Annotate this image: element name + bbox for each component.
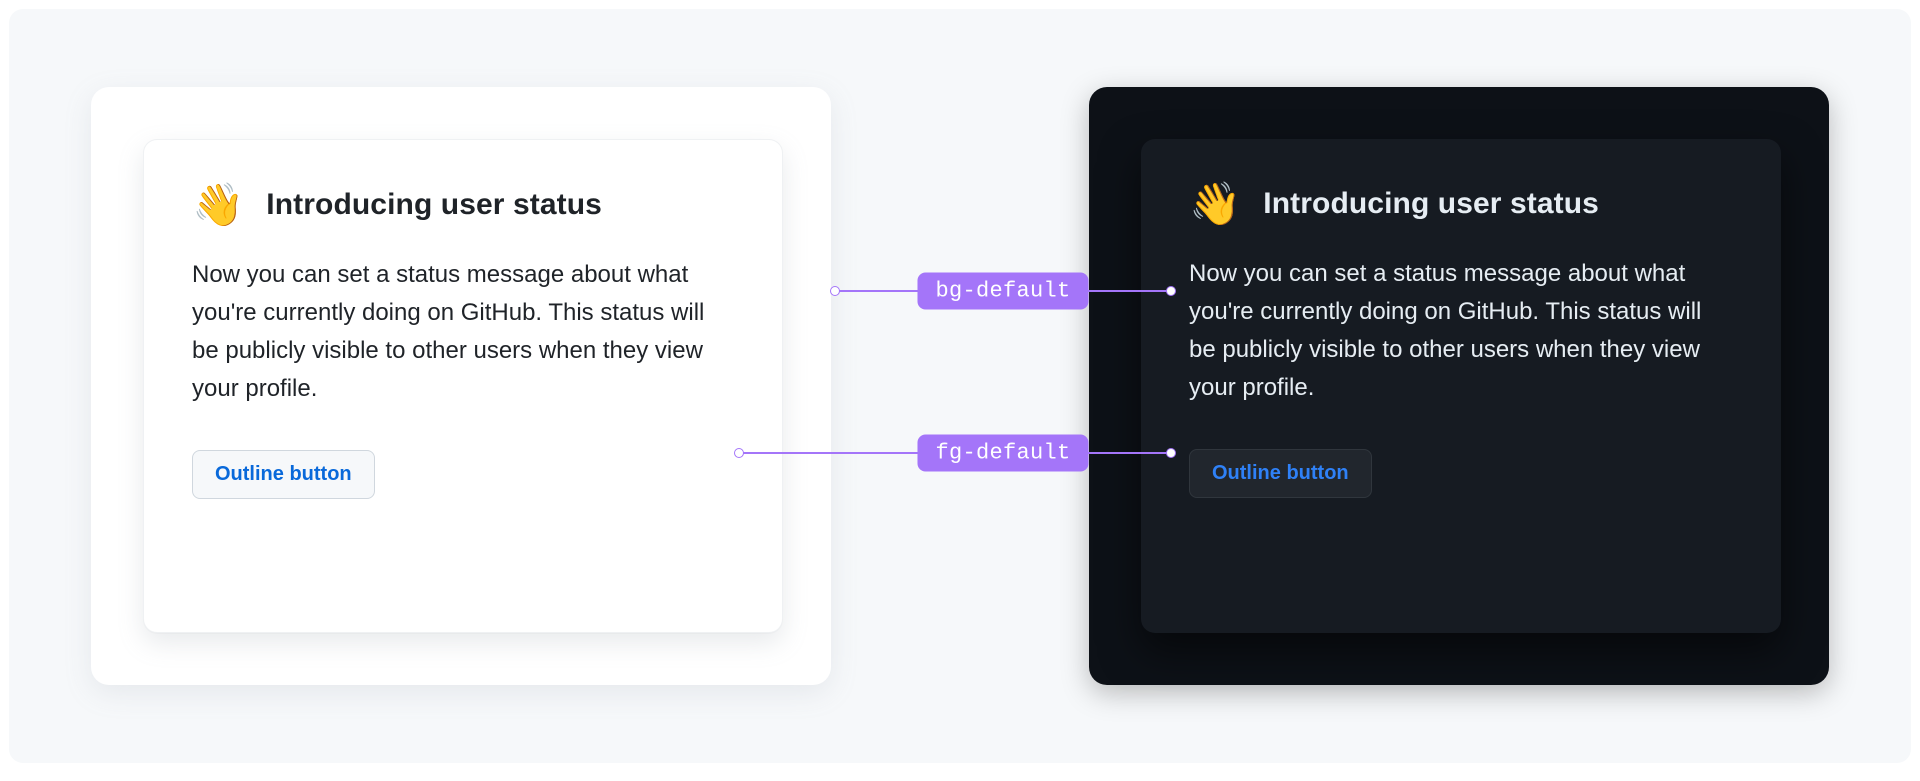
dark-card: 👋 Introducing user status Now you can se… — [1141, 139, 1781, 633]
wave-icon: 👋 — [1189, 183, 1241, 225]
card-title: Introducing user status — [1263, 187, 1599, 221]
wave-icon: 👋 — [192, 184, 244, 226]
light-theme-panel: 👋 Introducing user status Now you can se… — [91, 87, 831, 685]
outline-button[interactable]: Outline button — [192, 450, 375, 499]
light-card: 👋 Introducing user status Now you can se… — [143, 139, 783, 633]
card-title: Introducing user status — [266, 188, 602, 222]
card-header: 👋 Introducing user status — [1189, 183, 1733, 225]
card-body-text: Now you can set a status message about w… — [1189, 255, 1733, 407]
card-header: 👋 Introducing user status — [192, 184, 734, 226]
card-body-text: Now you can set a status message about w… — [192, 256, 734, 408]
outline-button[interactable]: Outline button — [1189, 449, 1372, 498]
example-canvas: 👋 Introducing user status Now you can se… — [9, 9, 1911, 763]
token-pill-bg-default: bg-default — [917, 273, 1088, 310]
token-pill-fg-default: fg-default — [917, 435, 1088, 472]
dark-theme-panel: 👋 Introducing user status Now you can se… — [1089, 87, 1829, 685]
